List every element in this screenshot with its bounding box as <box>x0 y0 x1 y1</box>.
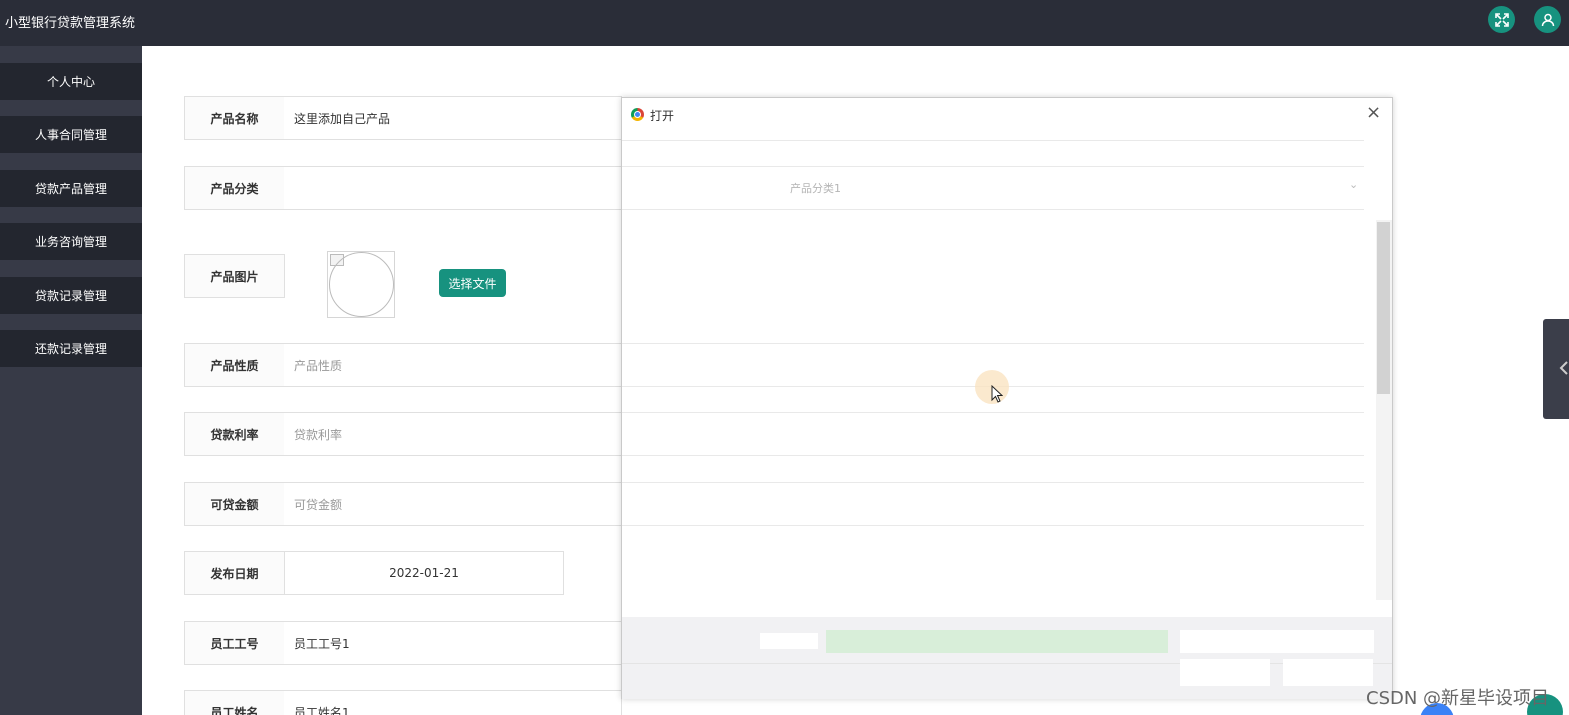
product-image-preview <box>327 251 395 318</box>
open-button[interactable] <box>1180 659 1270 686</box>
chrome-icon <box>631 108 644 121</box>
employee-id-label: 员工工号 <box>184 621 285 665</box>
divider <box>622 482 1364 483</box>
employee-id-input[interactable]: 员工工号1 <box>284 621 622 665</box>
divider <box>622 343 1364 344</box>
watermark: CSDN @新星毕设项目 <box>1366 688 1550 709</box>
footer-label-block <box>760 633 818 649</box>
image-placeholder-circle <box>329 252 394 317</box>
divider <box>622 412 1364 413</box>
chevron-down-icon: ⌄ <box>1349 178 1359 191</box>
user-icon <box>1541 13 1554 26</box>
divider <box>622 663 1392 664</box>
sidebar-item-loan-product-management[interactable]: 贷款产品管理 <box>0 170 142 207</box>
close-icon[interactable]: × <box>1366 102 1381 123</box>
publish-date-label: 发布日期 <box>184 551 285 595</box>
dialog-footer <box>622 617 1392 699</box>
product-image-label: 产品图片 <box>184 254 285 298</box>
filename-field[interactable] <box>826 630 1168 653</box>
publish-date-input[interactable]: 2022-01-21 <box>284 551 564 595</box>
chevron-left-icon <box>1559 361 1568 375</box>
product-category-label: 产品分类 <box>184 166 285 210</box>
loan-rate-label: 贷款利率 <box>184 412 285 456</box>
divider <box>622 166 1364 167</box>
divider <box>622 525 1364 526</box>
product-nature-label: 产品性质 <box>184 343 285 387</box>
choose-file-button[interactable]: 选择文件 <box>439 269 506 297</box>
mouse-cursor-icon <box>991 385 1003 403</box>
side-drawer-tab[interactable] <box>1543 319 1569 419</box>
product-name-input[interactable]: 这里添加自己产品 <box>284 96 622 140</box>
sidebar-item-repayment-record-management[interactable]: 还款记录管理 <box>0 330 142 367</box>
employee-name-label: 员工姓名 <box>184 690 285 715</box>
filetype-select[interactable] <box>1180 630 1374 653</box>
app-title: 小型银行贷款管理系统 <box>5 16 136 31</box>
product-category-select[interactable] <box>284 166 622 210</box>
category-select-value: 产品分类1 <box>790 182 841 195</box>
divider <box>622 140 1364 141</box>
scrollbar-thumb[interactable] <box>1377 222 1390 394</box>
loan-amount-input[interactable]: 可贷金额 <box>284 482 622 526</box>
dialog-title: 打开 <box>650 109 675 123</box>
fullscreen-button[interactable] <box>1488 6 1515 33</box>
user-button[interactable] <box>1534 6 1561 33</box>
divider <box>622 455 1364 456</box>
sidebar-item-contract-management[interactable]: 人事合同管理 <box>0 116 142 153</box>
open-file-dialog: 打开 × 产品分类1 ⌄ <box>621 97 1393 699</box>
employee-name-input[interactable]: 员工姓名1 <box>284 690 622 715</box>
sidebar-item-consultation-management[interactable]: 业务咨询管理 <box>0 223 142 260</box>
divider <box>622 209 1364 210</box>
loan-amount-label: 可贷金额 <box>184 482 285 526</box>
sidebar-item-personal-center[interactable]: 个人中心 <box>0 63 142 100</box>
product-name-label: 产品名称 <box>184 96 285 140</box>
product-nature-input[interactable]: 产品性质 <box>284 343 622 387</box>
fullscreen-icon <box>1494 12 1509 27</box>
cancel-button[interactable] <box>1283 659 1373 686</box>
top-bar: 小型银行贷款管理系统 <box>0 0 1569 46</box>
loan-rate-input[interactable]: 贷款利率 <box>284 412 622 456</box>
sidebar-item-loan-record-management[interactable]: 贷款记录管理 <box>0 277 142 314</box>
